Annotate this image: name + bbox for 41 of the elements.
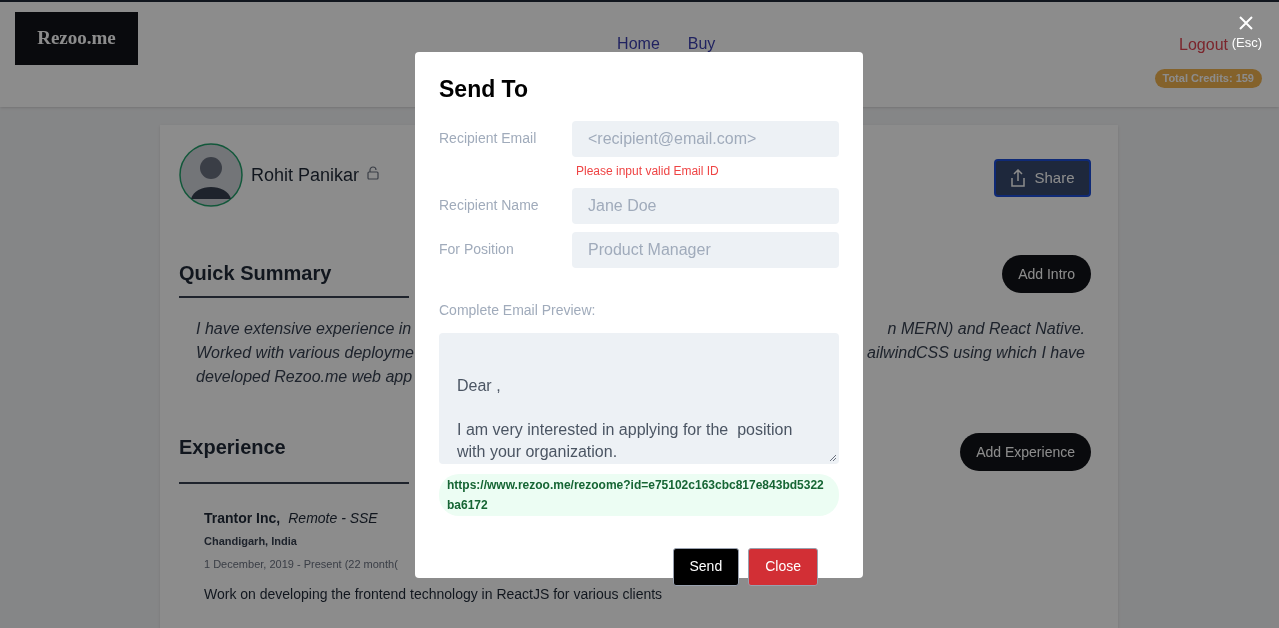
escape-hint: (Esc) xyxy=(1231,34,1262,52)
field-label: Recipient Email xyxy=(439,129,538,148)
email-paragraph: Dear , xyxy=(457,375,502,396)
email-paragraph: I am very interested in applying for the position with your organization. xyxy=(457,419,794,462)
error-message: Please input valid Email ID xyxy=(576,162,720,180)
share-icon xyxy=(1010,169,1027,187)
add-experience-button[interactable]: Add Experience xyxy=(960,433,1091,471)
summary-text: I have extensive experience in xyxy=(196,319,412,339)
dialog-button[interactable]: Send xyxy=(672,547,740,586)
input-field[interactable]: Jane Doe xyxy=(572,187,839,224)
unlocked-padlock-icon[interactable] xyxy=(367,166,380,180)
resize-handle-icon[interactable] xyxy=(829,453,837,462)
email-preview-field[interactable]: Dear , I am very interested in applying for the position with your organization. xyxy=(439,332,839,464)
summary-text: developed Rezoo.me web app xyxy=(196,367,413,387)
credits-badge: Total Credits: 159 xyxy=(1154,69,1262,88)
summary-text: n MERN) and React Native. xyxy=(887,319,1085,339)
job-role: Remote - SSE xyxy=(288,509,378,528)
preview-label: Complete Email Preview: xyxy=(439,300,597,320)
input-field[interactable]: Product Manager xyxy=(572,231,839,268)
nav-link[interactable]: Buy xyxy=(687,32,716,56)
section-heading: Quick Summary xyxy=(179,261,333,286)
dialog-button[interactable]: Close xyxy=(748,547,818,586)
job-dates: 1 December, 2019 - Present (22 month( xyxy=(204,556,398,572)
job-location: Chandigarh, India xyxy=(204,534,297,549)
share-button[interactable]: Share xyxy=(994,159,1091,197)
job-description: Work on developing the frontend technology in ReactJS for various clients xyxy=(204,585,663,604)
add-intro-button[interactable]: Add Intro xyxy=(1002,255,1091,293)
close-icon[interactable] xyxy=(1239,16,1253,30)
company-name: Trantor Inc, xyxy=(204,509,281,528)
nav-link[interactable]: Home xyxy=(617,32,660,56)
field-label: For Position xyxy=(439,240,515,259)
share-link[interactable]: https://www.rezoo.me/rezoome?id=e75102c163cbc817e843bd5322ba6172 xyxy=(439,473,839,516)
input-field[interactable]: <recipient@email.com> xyxy=(572,120,839,157)
section-heading: Experience xyxy=(179,435,287,460)
field-label: Recipient Name xyxy=(439,196,540,215)
logo[interactable]: Rezoo.me xyxy=(15,12,138,65)
summary-text: ailwindCSS using which I have xyxy=(867,343,1085,363)
dialog-title: Send To xyxy=(439,75,529,104)
avatar xyxy=(179,143,243,207)
profile-name: Rohit Panikar xyxy=(251,163,360,187)
summary-text: Worked with various deployme xyxy=(196,343,414,363)
